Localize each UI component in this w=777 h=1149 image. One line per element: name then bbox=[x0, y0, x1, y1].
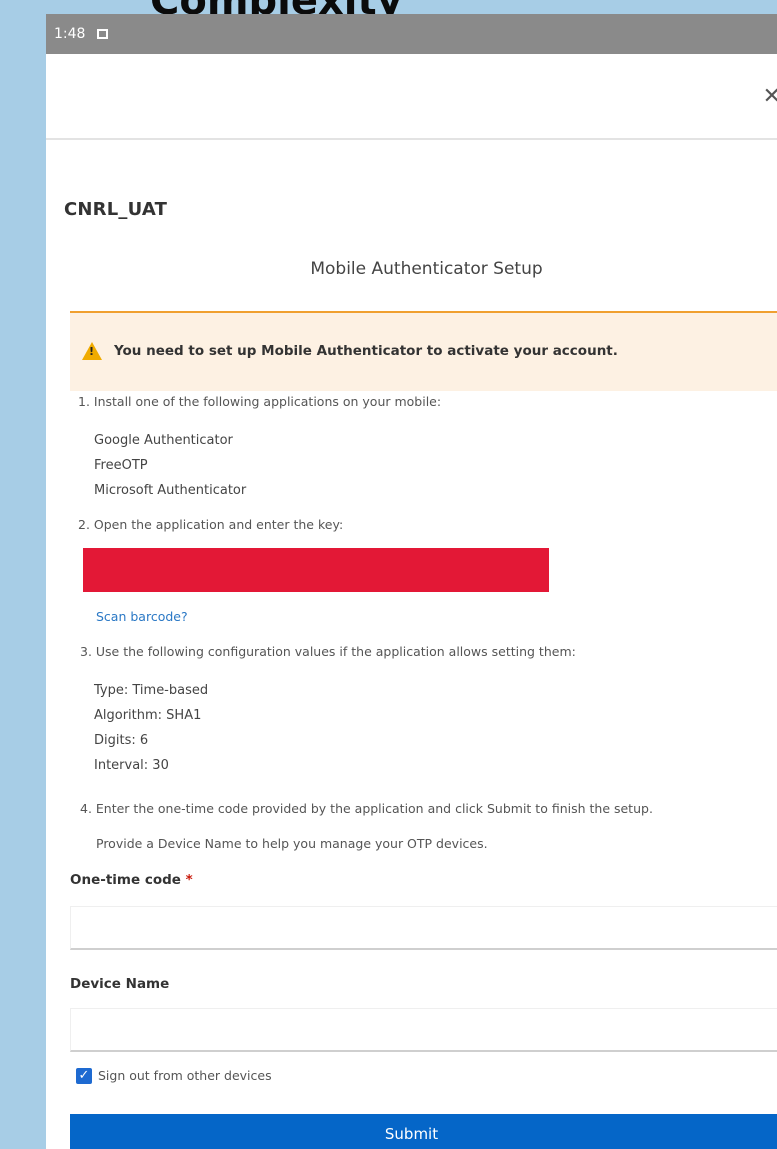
otp-label: One-time code * bbox=[70, 872, 193, 888]
submit-button[interactable]: Submit bbox=[70, 1114, 777, 1149]
signout-checkbox[interactable]: ✓ bbox=[76, 1068, 92, 1084]
warning-alert: ! You need to set up Mobile Authenticato… bbox=[70, 311, 777, 391]
config-value: Algorithm: SHA1 bbox=[94, 708, 202, 723]
step-4-text: 4. Enter the one-time code provided by t… bbox=[80, 801, 653, 816]
redacted-key bbox=[83, 548, 549, 592]
app-option: FreeOTP bbox=[94, 458, 148, 473]
alert-message: You need to set up Mobile Authenticator … bbox=[114, 343, 618, 359]
close-icon[interactable]: ✕ bbox=[763, 84, 777, 109]
page-title: Mobile Authenticator Setup bbox=[310, 259, 543, 279]
app-option: Microsoft Authenticator bbox=[94, 483, 247, 498]
warning-icon: ! bbox=[82, 342, 102, 360]
step-3-text: 3. Use the following configuration value… bbox=[80, 644, 576, 659]
required-mark: * bbox=[185, 872, 193, 888]
device-name-label: Device Name bbox=[70, 976, 170, 992]
config-value: Type: Time-based bbox=[94, 683, 209, 698]
otp-input[interactable] bbox=[70, 906, 777, 950]
app-option: Google Authenticator bbox=[94, 433, 233, 448]
app-bar: ✕ bbox=[46, 54, 777, 140]
config-value: Digits: 6 bbox=[94, 733, 149, 748]
signout-label[interactable]: Sign out from other devices bbox=[98, 1068, 272, 1083]
status-bar: 1:48 bbox=[46, 14, 777, 54]
otp-label-text: One-time code bbox=[70, 872, 181, 888]
device-name-input[interactable] bbox=[70, 1008, 777, 1052]
realm-name: CNRL_UAT bbox=[64, 199, 168, 220]
phone-screen: 1:48 ✕ CNRL_UAT Mobile Authenticator Set… bbox=[46, 14, 777, 1149]
config-value: Interval: 30 bbox=[94, 758, 169, 773]
scan-barcode-link[interactable]: Scan barcode? bbox=[96, 609, 188, 624]
device-name-hint: Provide a Device Name to help you manage… bbox=[96, 836, 488, 851]
step-1-text: 1. Install one of the following applicat… bbox=[78, 394, 442, 409]
sim-icon bbox=[97, 29, 109, 39]
step-2-text: 2. Open the application and enter the ke… bbox=[78, 517, 344, 532]
status-time: 1:48 bbox=[54, 26, 86, 42]
